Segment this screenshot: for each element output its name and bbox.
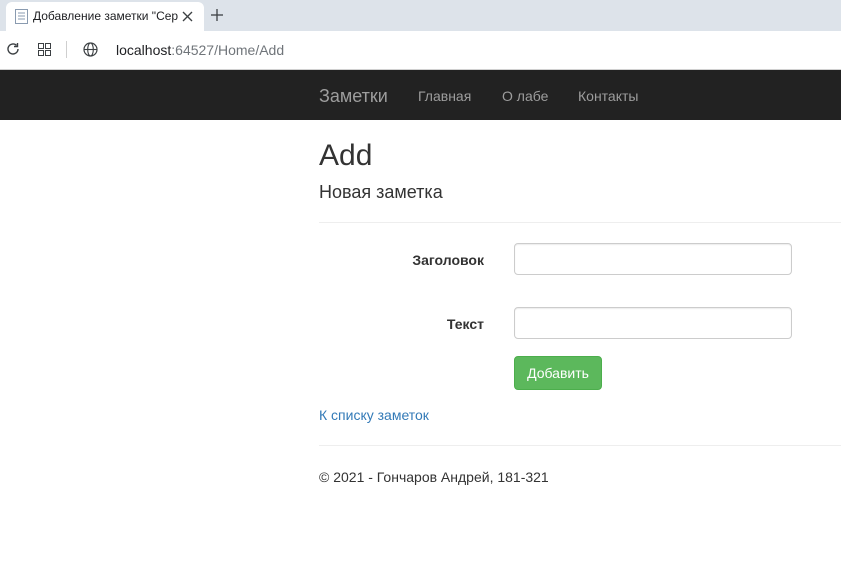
- globe-icon: [83, 42, 98, 57]
- navbar-brand[interactable]: Заметки: [319, 86, 388, 107]
- plus-icon[interactable]: [210, 8, 224, 22]
- footer-copyright: © 2021 - Гончаров Андрей, 181-321: [319, 469, 549, 485]
- browser-tabstrip: Добавление заметки "Сер: [0, 0, 841, 31]
- text-label: Текст: [446, 316, 484, 332]
- toolbar-divider: [66, 41, 67, 58]
- back-to-list-link[interactable]: К списку заметок: [319, 407, 429, 423]
- page-subtitle: Новая заметка: [319, 182, 443, 202]
- page-title: Add: [319, 139, 373, 172]
- url-host: localhost: [116, 42, 172, 58]
- divider: [319, 222, 841, 223]
- add-button[interactable]: Добавить: [514, 356, 602, 390]
- url-path: :64527/Home/Add: [171, 42, 285, 58]
- apps-icon[interactable]: [38, 43, 51, 56]
- tab-title: Добавление заметки "Сер: [33, 9, 179, 23]
- url-field[interactable]: localhost:64527/Home/Add: [116, 42, 284, 58]
- nav-link-contacts[interactable]: Контакты: [578, 88, 638, 104]
- browser-tab[interactable]: Добавление заметки "Сер: [6, 2, 204, 31]
- footer-divider: [319, 445, 841, 446]
- text-input[interactable]: [514, 307, 792, 339]
- title-input[interactable]: [514, 243, 792, 275]
- nav-link-about[interactable]: О лабе: [502, 88, 548, 104]
- nav-link-home[interactable]: Главная: [418, 88, 471, 104]
- reload-icon[interactable]: [6, 42, 20, 56]
- page-favicon-icon: [15, 9, 28, 24]
- title-label: Заголовок: [412, 252, 484, 268]
- close-icon[interactable]: [182, 11, 193, 22]
